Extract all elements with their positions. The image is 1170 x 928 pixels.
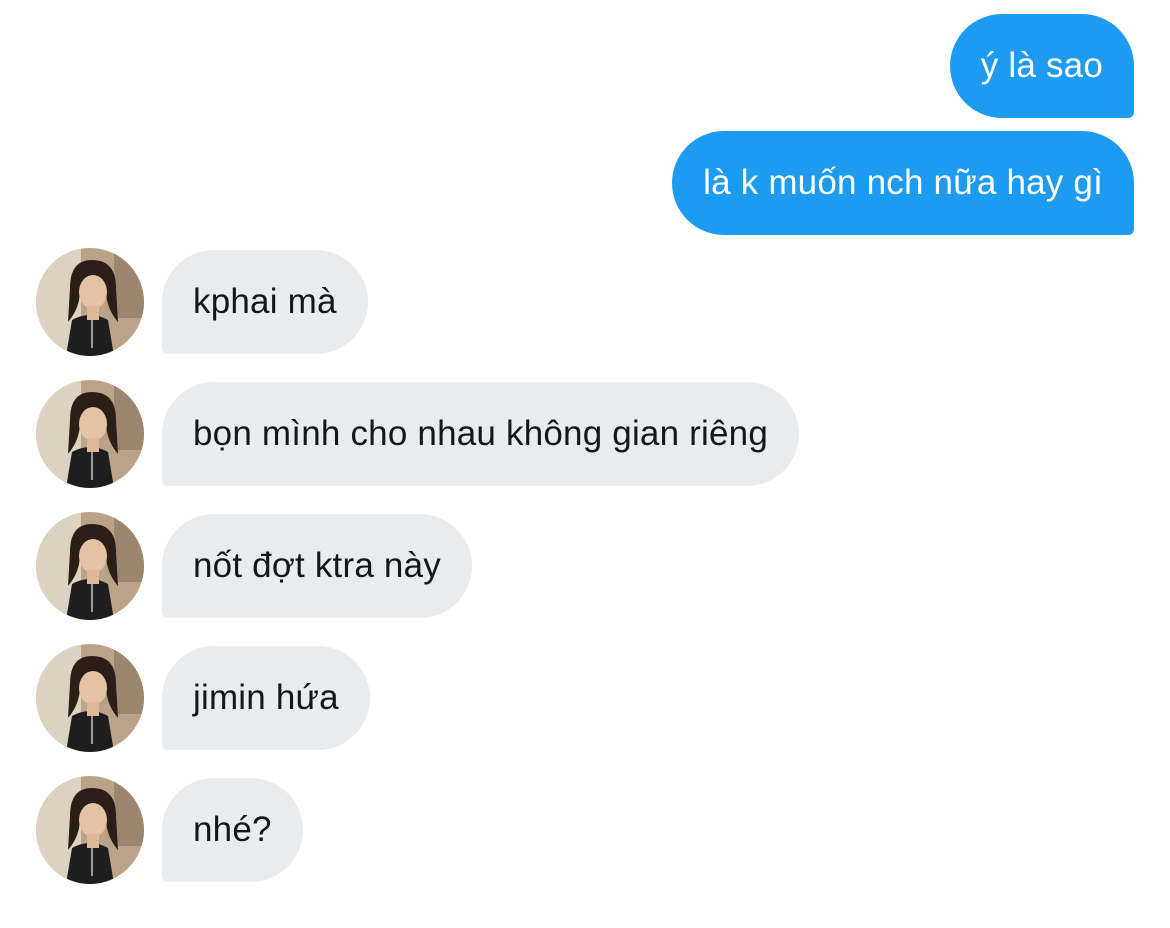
message-text: jimin hứa bbox=[193, 678, 339, 717]
message-text: bọn mình cho nhau không gian riêng bbox=[193, 414, 769, 453]
avatar-photo-icon bbox=[36, 380, 144, 488]
outgoing-message-bubble[interactable]: ý là sao bbox=[949, 14, 1134, 118]
incoming-message-bubble[interactable]: nốt đợt ktra này bbox=[162, 514, 472, 618]
message-text: nhé? bbox=[193, 810, 272, 849]
sender-avatar[interactable] bbox=[36, 248, 144, 356]
avatar-photo-icon bbox=[36, 248, 144, 356]
outgoing-message-bubble[interactable]: là k muốn nch nữa hay gì bbox=[672, 131, 1134, 235]
message-text: ý là sao bbox=[980, 46, 1103, 85]
message-text: nốt đợt ktra này bbox=[193, 546, 441, 585]
avatar-photo-icon bbox=[36, 644, 144, 752]
sender-avatar[interactable] bbox=[36, 644, 144, 752]
incoming-message-bubble[interactable]: kphai mà bbox=[162, 250, 368, 354]
message-thread: ý là sao là k muốn nch nữa hay gì kphai … bbox=[0, 0, 1170, 928]
incoming-message-bubble[interactable]: nhé? bbox=[162, 778, 303, 882]
avatar-photo-icon bbox=[36, 776, 144, 884]
incoming-message-bubble[interactable]: jimin hứa bbox=[162, 646, 370, 750]
incoming-message-bubble[interactable]: bọn mình cho nhau không gian riêng bbox=[162, 382, 800, 486]
message-text: kphai mà bbox=[193, 282, 337, 321]
sender-avatar[interactable] bbox=[36, 380, 144, 488]
sender-avatar[interactable] bbox=[36, 776, 144, 884]
avatar-photo-icon bbox=[36, 512, 144, 620]
message-text: là k muốn nch nữa hay gì bbox=[703, 163, 1103, 202]
sender-avatar[interactable] bbox=[36, 512, 144, 620]
